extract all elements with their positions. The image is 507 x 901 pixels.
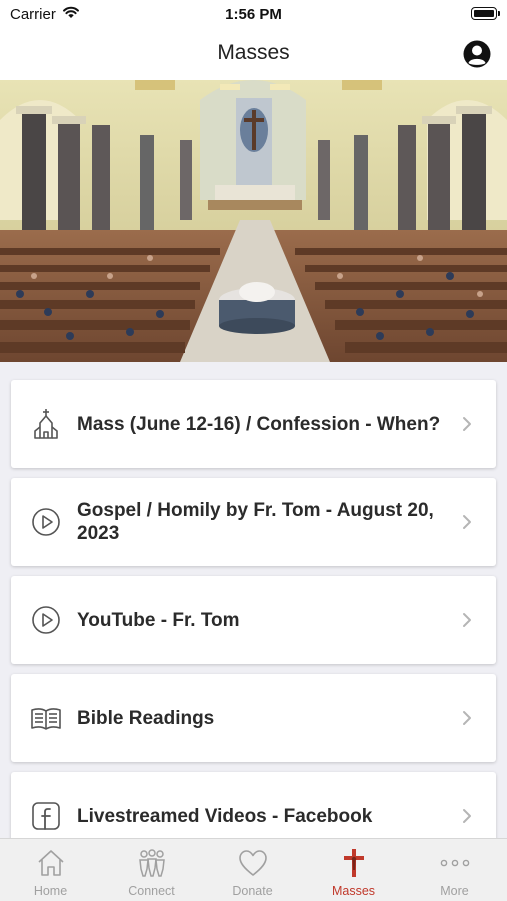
tab-label: Donate <box>232 884 273 898</box>
battery-icon <box>471 7 500 20</box>
facebook-icon <box>32 802 60 830</box>
chevron-right-icon <box>463 515 471 529</box>
tab-label: Connect <box>128 884 175 898</box>
list-item[interactable]: Gospel / Homily by Fr. Tom - August 20, … <box>11 478 496 566</box>
status-bar: Carrier 1:56 PM <box>0 0 507 30</box>
tab-connect[interactable]: Connect <box>101 839 202 901</box>
tab-label: Home <box>33 884 68 898</box>
list-item-label: Bible Readings <box>77 707 215 729</box>
tab-bar: Home Connect Donate Masses More <box>0 838 507 901</box>
tab-home[interactable]: Home <box>0 839 101 901</box>
list-item-label: Gospel / Homily by Fr. Tom - August 20, … <box>77 500 434 544</box>
list-item-label: Mass (June 12-16) / Confession - When? <box>77 413 441 435</box>
tab-donate[interactable]: Donate <box>202 839 303 901</box>
crucifix-icon <box>344 849 364 877</box>
heart-icon <box>239 850 267 876</box>
page-title: Masses <box>217 41 290 64</box>
book-icon <box>31 708 61 730</box>
people-icon <box>139 849 165 877</box>
tab-label: More <box>440 884 469 898</box>
tab-masses[interactable]: Masses <box>303 839 404 901</box>
clock: 1:56 PM <box>225 6 282 23</box>
play-circle-icon <box>32 508 60 536</box>
chevron-right-icon <box>463 809 471 823</box>
list-item[interactable]: Bible Readings <box>11 674 496 762</box>
more-dots-icon <box>440 859 470 867</box>
list-item-label: YouTube - Fr. Tom <box>77 609 240 631</box>
chevron-right-icon <box>463 613 471 627</box>
chevron-right-icon <box>463 711 471 725</box>
profile-icon[interactable] <box>462 39 492 69</box>
list-item[interactable]: YouTube - Fr. Tom <box>11 576 496 664</box>
chevron-right-icon <box>463 417 471 431</box>
list-item[interactable]: Mass (June 12-16) / Confession - When? <box>11 380 496 468</box>
church-icon <box>34 409 58 439</box>
church-interior-photo <box>0 80 507 362</box>
home-icon <box>38 850 64 876</box>
nav-bar: Masses <box>0 30 507 80</box>
play-circle-icon <box>32 606 60 634</box>
tab-label: Masses <box>331 884 376 898</box>
tab-more[interactable]: More <box>404 839 505 901</box>
